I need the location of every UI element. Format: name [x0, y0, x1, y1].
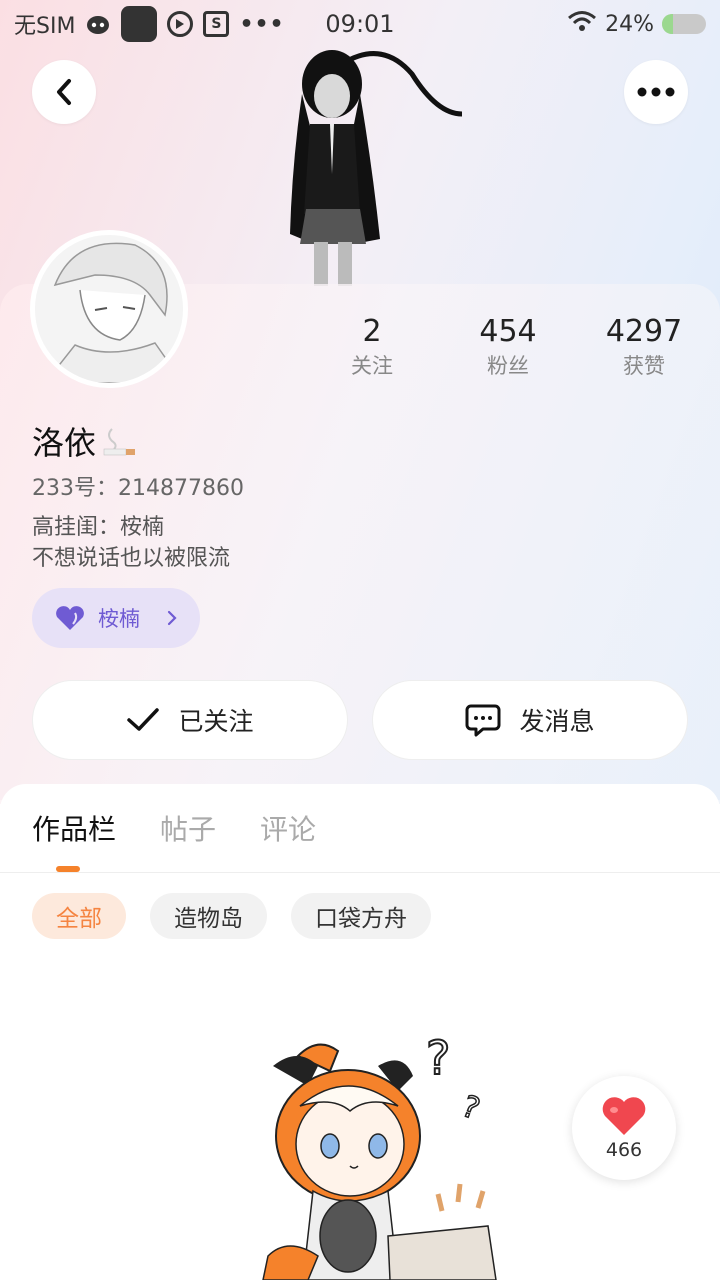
tab-posts[interactable]: 帖子 — [160, 808, 216, 848]
battery-percent: 24% — [605, 11, 654, 37]
message-label: 发消息 — [519, 707, 595, 736]
filter-chips: 全部 造物岛 口袋方舟 — [32, 893, 431, 939]
chip-creation-island[interactable]: 造物岛 — [150, 893, 267, 939]
check-icon — [127, 708, 160, 731]
svg-text:?: ? — [457, 1089, 484, 1127]
stat-value: 2 — [362, 314, 382, 349]
svg-text:?: ? — [426, 1031, 450, 1085]
stat-label: 关注 — [351, 354, 393, 378]
avatar[interactable] — [30, 230, 188, 388]
username: 洛依 — [32, 418, 136, 464]
chip-pocket-ark[interactable]: 口袋方舟 — [291, 893, 431, 939]
stat-label: 获赞 — [623, 354, 665, 378]
heart-icon — [56, 606, 84, 630]
guild-label: 桉楠 — [98, 607, 140, 631]
more-dots-icon: ••• — [239, 11, 285, 37]
chevron-right-icon — [167, 610, 177, 626]
chip-all[interactable]: 全部 — [32, 893, 126, 939]
user-id: 233号：214877860 — [32, 476, 244, 501]
banner-character-figure — [290, 50, 463, 286]
more-button[interactable] — [624, 60, 688, 124]
heart-icon — [602, 1097, 646, 1135]
more-horizontal-icon — [637, 87, 675, 97]
back-button[interactable] — [32, 60, 96, 124]
stat-likes[interactable]: 4297 获赞 — [584, 312, 704, 380]
battery-icon — [662, 14, 706, 34]
like-count: 466 — [605, 1139, 643, 1161]
wifi-icon — [567, 10, 597, 38]
tab-comments[interactable]: 评论 — [260, 808, 316, 848]
stat-value: 4297 — [605, 314, 683, 349]
empty-state-illustration: ? ? — [262, 1030, 497, 1280]
message-button[interactable]: 发消息 — [372, 680, 688, 760]
like-button[interactable]: 466 — [572, 1076, 676, 1180]
app-icon — [121, 6, 158, 42]
chevron-left-icon — [57, 79, 71, 105]
guild-button[interactable]: 桉楠 — [32, 588, 200, 648]
cigarette-icon — [103, 428, 136, 456]
play-icon — [167, 11, 194, 37]
bio-line: 不想说话也以被限流 — [32, 546, 231, 571]
profile-tabs: 作品栏 帖子 评论 — [32, 808, 316, 848]
stat-label: 粉丝 — [487, 354, 529, 378]
avatar-image — [35, 235, 183, 383]
follow-button[interactable]: 已关注 — [32, 680, 348, 760]
cat-face-icon — [85, 11, 111, 37]
chat-bubble-icon — [465, 704, 501, 737]
status-bar: 无SIM S ••• 09:01 24% — [0, 0, 720, 48]
sim-status: 无SIM — [14, 14, 76, 39]
divider — [0, 872, 720, 873]
tab-works[interactable]: 作品栏 — [32, 808, 116, 848]
stat-followers[interactable]: 454 粉丝 — [448, 312, 568, 380]
battery-level — [662, 14, 673, 34]
username-text: 洛依 — [32, 424, 97, 462]
stat-following[interactable]: 2 关注 — [312, 312, 432, 380]
bio: 高挂闺：桉楠 不想说话也以被限流 — [32, 512, 230, 574]
s-box-icon: S — [203, 11, 230, 37]
bio-line: 高挂闺：桉楠 — [32, 515, 165, 540]
follow-label: 已关注 — [178, 707, 254, 736]
stat-value: 454 — [479, 314, 537, 349]
